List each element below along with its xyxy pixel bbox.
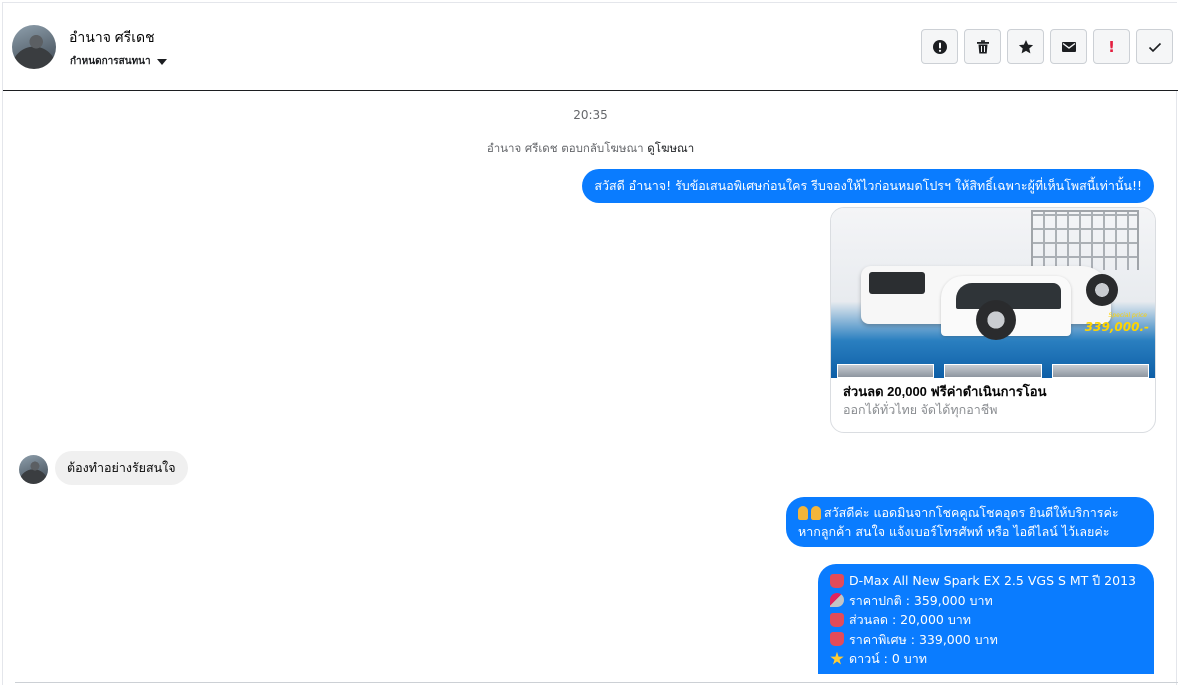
- detail-text: ราคาปกติ : 359,000 บาท: [849, 592, 993, 608]
- admin-greeting-text-1: สวัสดีค่ะ แอดมินจากโชคคูณโชคอุดร ยินดีให…: [824, 505, 1119, 520]
- pray-icon: [811, 505, 821, 520]
- alert-circle-icon: [932, 39, 947, 54]
- incoming-message: ต้องทำอย่างรัยสนใจ: [55, 451, 188, 485]
- message-timestamp: 20:35: [573, 108, 608, 122]
- detail-line: ส่วนลด : 20,000 บาท: [830, 610, 1142, 630]
- detail-text: ส่วนลด : 20,000 บาท: [849, 612, 972, 627]
- car-icon: [830, 632, 844, 647]
- outgoing-message-car-details: D-Max All New Spark EX 2.5 VGS S MT ปี 2…: [818, 564, 1154, 674]
- contact-name[interactable]: อำนาจ ศรีเดช: [69, 27, 155, 49]
- front-wheel: [976, 300, 1016, 340]
- customer-avatar: [19, 455, 48, 484]
- detail-line: ราคาพิเศษ : 339,000 บาท: [830, 630, 1142, 650]
- exclamation-icon: !: [1108, 37, 1115, 56]
- star-icon: [830, 651, 844, 665]
- truck-grille: [869, 272, 925, 294]
- inbox-conversation-panel: อำนาจ ศรีเดช กำหนดการสนทนา ! 20:35 อำนาจ…: [2, 2, 1178, 685]
- detail-line: D-Max All New Spark EX 2.5 VGS S MT ปี 2…: [830, 571, 1142, 591]
- ad-image: Special price 339,000.-: [831, 208, 1155, 378]
- trash-icon: [976, 39, 989, 53]
- conversation-toolbar: !: [921, 29, 1173, 64]
- detail-line: ดาวน์ : 0 บาท: [830, 649, 1142, 669]
- mark-unread-button[interactable]: [1050, 29, 1087, 64]
- outgoing-message-greeting: สวัสดี อำนาจ! รับข้อเสนอพิเศษก่อนใคร รีบ…: [582, 169, 1154, 203]
- delete-button[interactable]: [964, 29, 1001, 64]
- detail-text: ดาวน์ : 0 บาท: [849, 651, 927, 666]
- assign-label: กำหนดการสนทนา: [70, 56, 151, 67]
- detail-text: D-Max All New Spark EX 2.5 VGS S MT ปี 2…: [849, 573, 1136, 588]
- ad-subtitle: ออกได้ทั่วไทย จัดได้ทุกอาชีพ: [843, 403, 998, 417]
- ad-thumbnails: [837, 364, 1149, 378]
- composer-divider: [15, 682, 1178, 683]
- report-spam-button[interactable]: [921, 29, 958, 64]
- mark-done-button[interactable]: [1136, 29, 1173, 64]
- rear-wheel: [1086, 274, 1118, 306]
- thumbnail: [837, 364, 935, 378]
- star-icon: [1018, 39, 1033, 53]
- detail-text: ราคาพิเศษ : 339,000 บาท: [849, 631, 998, 647]
- admin-greeting-text-2: หากลูกค้า สนใจ แจ้งเบอร์โทรศัพท์ หรือ ไอ…: [798, 524, 1110, 539]
- pushpin-icon: [830, 593, 844, 608]
- car-icon: [830, 612, 844, 627]
- price-badge: 339,000.-: [1084, 320, 1149, 334]
- detail-line: ราคาปกติ : 359,000 บาท: [830, 591, 1142, 611]
- assign-conversation-dropdown[interactable]: กำหนดการสนทนา: [70, 54, 167, 69]
- conversation-header: อำนาจ ศรีเดช กำหนดการสนทนา !: [3, 3, 1178, 91]
- special-price-label: Special price: [1108, 312, 1147, 319]
- caret-down-icon: [156, 58, 167, 65]
- contact-avatar[interactable]: [12, 25, 56, 69]
- outgoing-message-admin-greeting: สวัสดีค่ะ แอดมินจากโชคคูณโชคอุดร ยินดีให…: [786, 497, 1154, 547]
- star-button[interactable]: [1007, 29, 1044, 64]
- view-ad-link[interactable]: ดูโฆษณา: [647, 141, 694, 155]
- envelope-icon: [1061, 41, 1076, 52]
- ad-reply-note: อำนาจ ศรีเดช ตอบกลับโฆษณา ดูโฆษณา: [3, 140, 1178, 158]
- pray-icon: [798, 505, 808, 520]
- thumbnail: [1051, 364, 1149, 378]
- thumbnail: [944, 364, 1042, 378]
- ad-reply-text: อำนาจ ศรีเดช ตอบกลับโฆษณา: [486, 141, 644, 155]
- car-icon: [830, 573, 844, 588]
- ad-title: ส่วนลด 20,000 ฟรีค่าดำเนินการโอน: [843, 384, 1047, 399]
- admin-greeting-line: สวัสดีค่ะ แอดมินจากโชคคูณโชคอุดร ยินดีให…: [798, 503, 1142, 522]
- ad-card[interactable]: Special price 339,000.- ส่วนลด 20,000 ฟร…: [830, 207, 1156, 433]
- cargo-rack: [1031, 210, 1139, 270]
- mark-important-button[interactable]: !: [1093, 29, 1130, 64]
- check-icon: [1148, 42, 1161, 52]
